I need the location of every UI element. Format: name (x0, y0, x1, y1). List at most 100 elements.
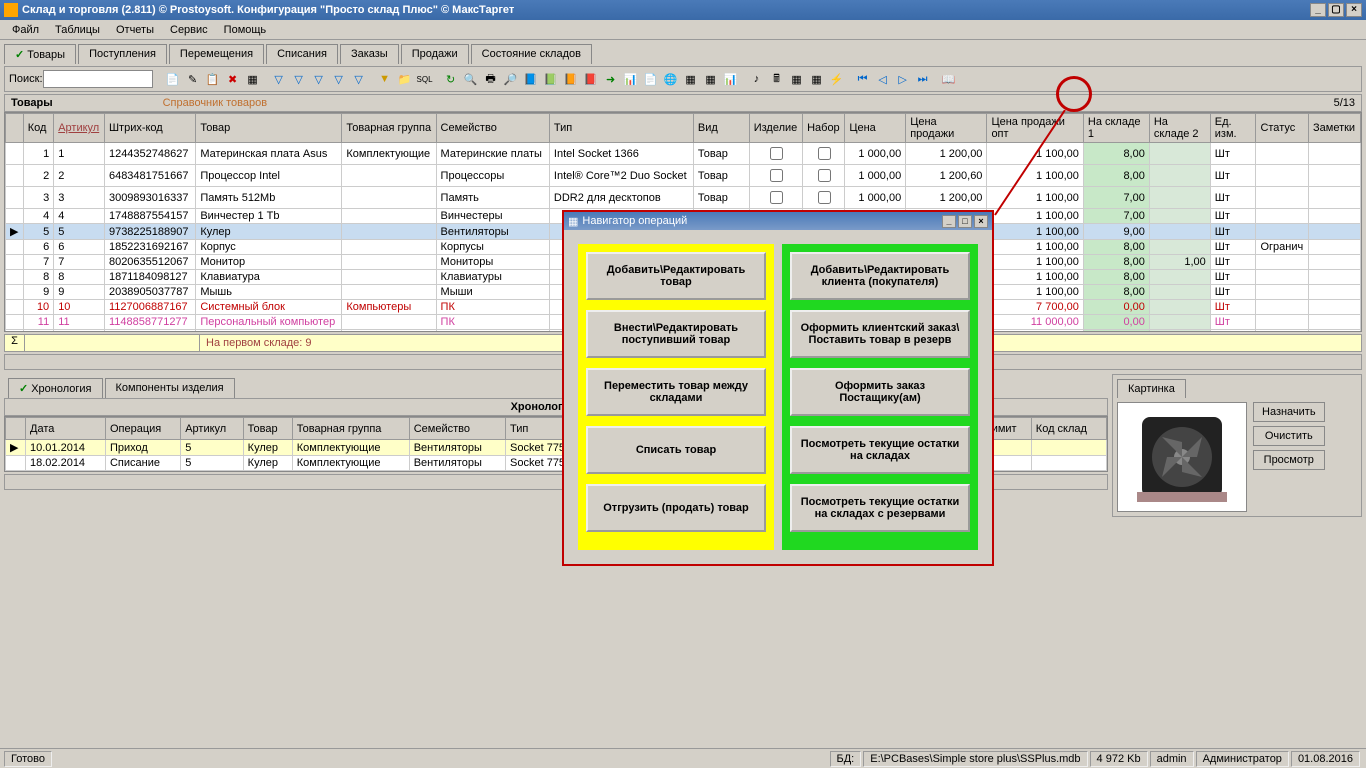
nav-right-btn-4[interactable]: Посмотреть текущие остатки на складах с … (790, 484, 970, 532)
next-icon[interactable]: ▷ (894, 70, 912, 88)
doc3-icon[interactable]: 📙 (562, 70, 580, 88)
nav-left-btn-0[interactable]: Добавить\Редактировать товар (586, 252, 766, 300)
col-unit[interactable]: Ед. изм. (1210, 114, 1256, 143)
bottom-tab-0[interactable]: ✓Хронология (8, 378, 103, 398)
tab-Состояние складов[interactable]: Состояние складов (471, 44, 592, 64)
maximize-button[interactable]: ▢ (1328, 3, 1344, 17)
bottom-tab-1[interactable]: Компоненты изделия (105, 378, 235, 398)
preview-icon[interactable]: 🔎 (502, 70, 520, 88)
edit-icon[interactable]: ✎ (184, 70, 202, 88)
copy-icon[interactable]: 📋 (204, 70, 222, 88)
col-type[interactable]: Тип (549, 114, 693, 143)
first-icon[interactable]: ⏮ (854, 70, 872, 88)
table2-icon[interactable]: ▦ (808, 70, 826, 88)
last-icon[interactable]: ⏭ (914, 70, 932, 88)
nav-minimize[interactable]: _ (942, 215, 956, 228)
sql-icon[interactable]: SQL (416, 70, 434, 88)
word-icon[interactable]: 📄 (642, 70, 660, 88)
assign-button[interactable]: Назначить (1253, 402, 1325, 422)
grid2-icon[interactable]: ▦ (702, 70, 720, 88)
menu-tables[interactable]: Таблицы (47, 22, 108, 38)
nav-left-btn-2[interactable]: Переместить товар между складами (586, 368, 766, 416)
find-icon[interactable]: 🔍 (462, 70, 480, 88)
col-status[interactable]: Статус (1256, 114, 1309, 143)
table-row[interactable]: 333009893016337Память 512MbПамятьDDR2 дл… (6, 187, 1361, 209)
col-sale_price[interactable]: Цена продажи (906, 114, 987, 143)
nav-right-btn-0[interactable]: Добавить\Редактировать клиента (покупате… (790, 252, 970, 300)
col-sale_price_opt[interactable]: Цена продажи опт (987, 114, 1083, 143)
col-tovar[interactable]: Товар (196, 114, 342, 143)
col-price[interactable]: Цена (845, 114, 906, 143)
menu-help[interactable]: Помощь (216, 22, 275, 38)
funnel-icon[interactable]: ▼ (376, 70, 394, 88)
chron-col-group[interactable]: Товарная группа (292, 418, 409, 440)
html-icon[interactable]: 🌐 (662, 70, 680, 88)
filter-icon[interactable]: ▽ (270, 70, 288, 88)
grid1-icon[interactable]: ▦ (682, 70, 700, 88)
calc-icon[interactable]: 🖩 (768, 70, 786, 88)
col-[interactable] (6, 114, 24, 143)
nav-left-btn-4[interactable]: Отгрузить (продать) товар (586, 484, 766, 532)
arrow-icon[interactable]: ➜ (602, 70, 620, 88)
chron-col-skl[interactable]: Код склад (1031, 418, 1106, 440)
chron-col-date[interactable]: Дата (26, 418, 106, 440)
col-stock2[interactable]: На складе 2 (1149, 114, 1210, 143)
tab-Поступления[interactable]: Поступления (78, 44, 167, 64)
new-icon[interactable]: 📄 (164, 70, 182, 88)
col-vid[interactable]: Вид (693, 114, 749, 143)
book-icon[interactable]: 📖 (940, 70, 958, 88)
chron-col-[interactable] (6, 418, 26, 440)
minimize-button[interactable]: _ (1310, 3, 1326, 17)
chron-col-op[interactable]: Операция (105, 418, 180, 440)
nav-left-btn-3[interactable]: Списать товар (586, 426, 766, 474)
nav-close[interactable]: × (974, 215, 988, 228)
doc4-icon[interactable]: 📕 (582, 70, 600, 88)
folder-icon[interactable]: 📁 (396, 70, 414, 88)
col-nabor[interactable]: Набор (803, 114, 845, 143)
col-group[interactable]: Товарная группа (342, 114, 436, 143)
table1-icon[interactable]: ▦ (788, 70, 806, 88)
nav-right-btn-1[interactable]: Оформить клиентский заказ\ Поставить тов… (790, 310, 970, 358)
print-icon[interactable]: 🖶 (482, 70, 500, 88)
menu-reports[interactable]: Отчеты (108, 22, 162, 38)
nav-titlebar[interactable]: ▦ Навигатор операций _ □ × (564, 212, 992, 230)
tab-Списания[interactable]: Списания (266, 44, 338, 64)
chron-col-art[interactable]: Артикул (181, 418, 243, 440)
excel-icon[interactable]: 📊 (622, 70, 640, 88)
col-stock1[interactable]: На складе 1 (1083, 114, 1149, 143)
tab-Продажи[interactable]: Продажи (401, 44, 469, 64)
music-icon[interactable]: ♪ (748, 70, 766, 88)
clear-button[interactable]: Очистить (1253, 426, 1325, 446)
search-input[interactable] (43, 70, 153, 88)
col-notes[interactable]: Заметки (1309, 114, 1361, 143)
nav-maximize[interactable]: □ (958, 215, 972, 228)
bolt-icon[interactable]: ⚡ (828, 70, 846, 88)
table-row[interactable]: 226483481751667Процессор IntelПроцессоры… (6, 165, 1361, 187)
chron-col-tovar[interactable]: Товар (243, 418, 292, 440)
close-button[interactable]: × (1346, 3, 1362, 17)
filter5-icon[interactable]: ▽ (350, 70, 368, 88)
menu-service[interactable]: Сервис (162, 22, 216, 38)
tab-Товары[interactable]: ✓Товары (4, 44, 76, 64)
nav-right-btn-3[interactable]: Посмотреть текущие остатки на складах (790, 426, 970, 474)
col-izdelie[interactable]: Изделие (749, 114, 802, 143)
delete-icon[interactable]: ✖ (224, 70, 242, 88)
chron-col-family[interactable]: Семейство (409, 418, 505, 440)
filter4-icon[interactable]: ▽ (330, 70, 348, 88)
form-icon[interactable]: ▦ (244, 70, 262, 88)
nav-right-btn-2[interactable]: Оформить заказ Постащику(ам) (790, 368, 970, 416)
doc1-icon[interactable]: 📘 (522, 70, 540, 88)
tab-picture[interactable]: Картинка (1117, 379, 1186, 398)
doc2-icon[interactable]: 📗 (542, 70, 560, 88)
view-button[interactable]: Просмотр (1253, 450, 1325, 470)
filter3-icon[interactable]: ▽ (310, 70, 328, 88)
nav-left-btn-1[interactable]: Внести\Редактировать поступивший товар (586, 310, 766, 358)
table-row[interactable]: 111244352748627Материнская плата AsusКом… (6, 143, 1361, 165)
tab-Заказы[interactable]: Заказы (340, 44, 399, 64)
tab-Перемещения[interactable]: Перемещения (169, 44, 264, 64)
refresh-icon[interactable]: ↻ (442, 70, 460, 88)
col-family[interactable]: Семейство (436, 114, 549, 143)
col-kod[interactable]: Код (23, 114, 53, 143)
menu-file[interactable]: Файл (4, 22, 47, 38)
filter2-icon[interactable]: ▽ (290, 70, 308, 88)
